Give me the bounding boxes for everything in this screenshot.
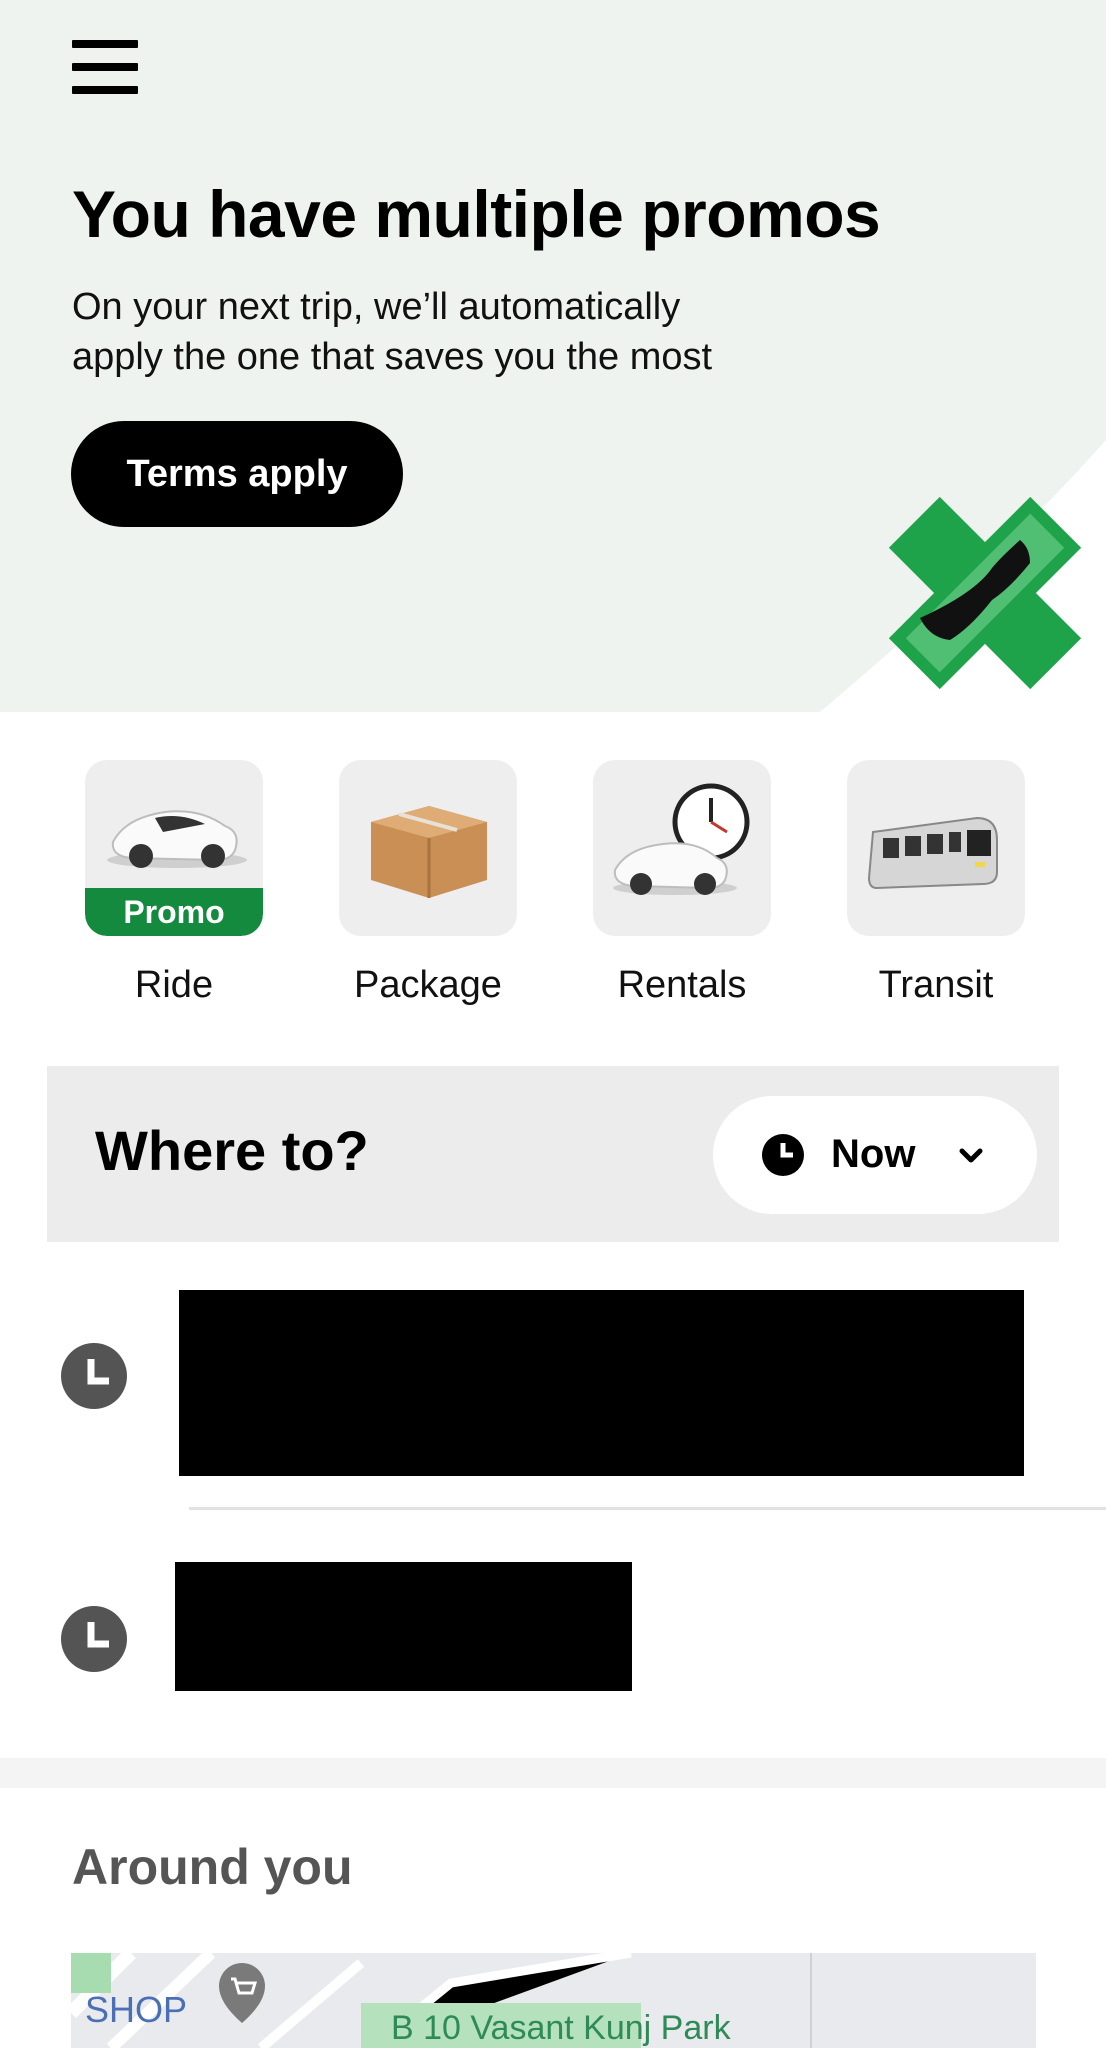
schedule-time-label: Now xyxy=(831,1132,916,1176)
service-label: Package xyxy=(354,964,502,1006)
clock-icon xyxy=(61,1606,127,1672)
service-ride[interactable]: Promo Ride xyxy=(85,760,263,1007)
terms-apply-button[interactable]: Terms apply xyxy=(71,421,403,527)
section-separator xyxy=(0,1758,1106,1788)
shopping-cart-pin-icon xyxy=(219,1963,265,2023)
service-label: Rentals xyxy=(617,964,747,1006)
around-you-heading: Around you xyxy=(72,1839,353,1895)
redacted-place-text xyxy=(175,1562,632,1691)
map-shop-label: SHOP xyxy=(85,1989,188,2030)
map-park-label: B 10 Vasant Kunj Park xyxy=(391,2009,731,2047)
around-you-map[interactable]: SHOP B 10 Vasant Kunj Park xyxy=(71,1953,1036,2048)
hamburger-menu-bar xyxy=(72,86,138,94)
promo-subtitle: On your next trip, we’ll automatically a… xyxy=(72,282,832,382)
promo-ticket-icon xyxy=(888,496,1082,690)
clock-icon xyxy=(61,1343,127,1409)
recent-place-row[interactable] xyxy=(0,1290,1106,1480)
box-icon xyxy=(371,806,487,898)
service-rentals[interactable]: Rentals xyxy=(593,760,771,1007)
promo-subtitle-line: On your next trip, we’ll automatically xyxy=(72,286,681,328)
service-tile: Promo xyxy=(85,760,263,936)
service-tile xyxy=(847,760,1025,936)
service-tile xyxy=(593,760,771,936)
hamburger-menu-icon xyxy=(72,40,138,48)
where-to-search-bar[interactable]: Where to? Now xyxy=(47,1066,1059,1242)
schedule-time-button[interactable]: Now xyxy=(713,1096,1037,1214)
promo-badge: Promo xyxy=(85,888,263,936)
promo-subtitle-line: apply the one that saves you the most xyxy=(72,336,713,378)
clock-icon xyxy=(762,1134,804,1176)
menu-button[interactable] xyxy=(72,40,140,94)
chevron-down-icon xyxy=(959,1148,983,1163)
train-icon xyxy=(867,816,998,890)
service-label: Ride xyxy=(134,964,214,1006)
recent-place-row[interactable] xyxy=(0,1562,1106,1692)
redacted-place-text xyxy=(179,1290,1024,1476)
list-divider xyxy=(189,1507,1106,1510)
promo-title: You have multiple promos xyxy=(72,177,881,251)
service-label: Transit xyxy=(878,964,994,1006)
where-to-placeholder: Where to? xyxy=(95,1119,369,1182)
car-clock-icon xyxy=(613,783,750,895)
service-tile xyxy=(339,760,517,936)
hamburger-menu-bar xyxy=(72,63,138,71)
services-row: Promo Ride Package Rentals Transit xyxy=(0,760,1106,1020)
service-package[interactable]: Package xyxy=(339,760,517,1007)
service-transit[interactable]: Transit xyxy=(847,760,1025,1007)
